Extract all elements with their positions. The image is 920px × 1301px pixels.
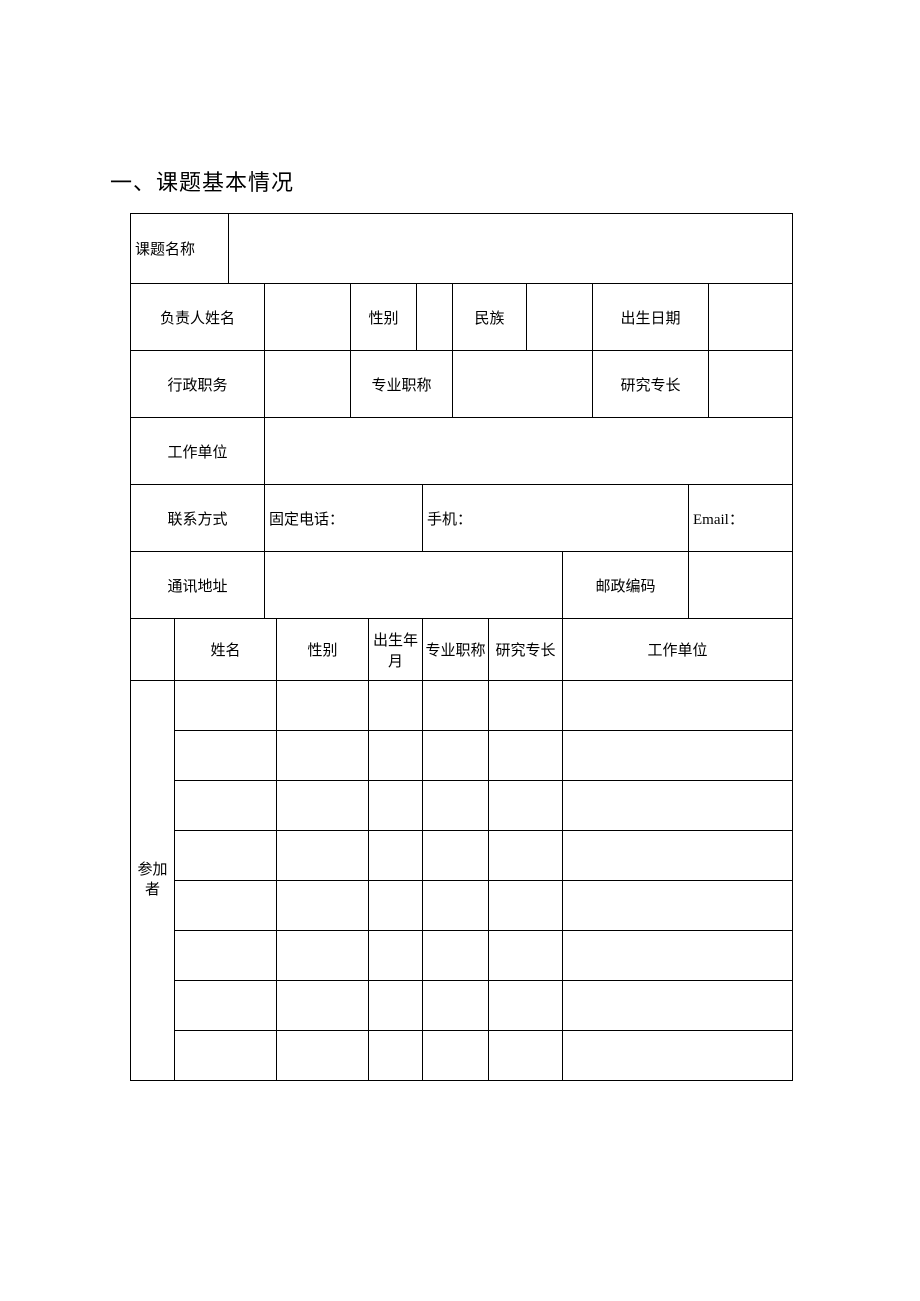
p-title[interactable]: [423, 931, 489, 981]
section-heading: 一、课题基本情况: [110, 165, 810, 197]
value-birth-date[interactable]: [709, 284, 793, 351]
p-gender[interactable]: [277, 881, 369, 931]
form-table: 课题名称 负责人姓名 性别 民族 出生日期 行政职务 专业职称 研究专长 工作单…: [130, 213, 793, 1081]
p-title[interactable]: [423, 681, 489, 731]
label-gender: 性别: [351, 284, 417, 351]
p-unit[interactable]: [563, 731, 793, 781]
label-project-name: 课题名称: [131, 214, 229, 284]
p-unit[interactable]: [563, 1031, 793, 1081]
col-name: 姓名: [175, 619, 277, 681]
p-title[interactable]: [423, 981, 489, 1031]
p-birth[interactable]: [369, 1031, 423, 1081]
p-name[interactable]: [175, 931, 277, 981]
label-research-spec: 研究专长: [593, 351, 709, 418]
p-name[interactable]: [175, 981, 277, 1031]
label-mobile[interactable]: 手机：: [423, 485, 689, 552]
p-gender[interactable]: [277, 731, 369, 781]
p-spec[interactable]: [489, 881, 563, 931]
p-unit[interactable]: [563, 781, 793, 831]
value-leader-name[interactable]: [265, 284, 351, 351]
p-unit[interactable]: [563, 881, 793, 931]
label-leader-name: 负责人姓名: [131, 284, 265, 351]
label-postcode: 邮政编码: [563, 552, 689, 619]
value-work-unit[interactable]: [265, 418, 793, 485]
p-spec[interactable]: [489, 831, 563, 881]
label-work-unit: 工作单位: [131, 418, 265, 485]
p-name[interactable]: [175, 1031, 277, 1081]
p-title[interactable]: [423, 881, 489, 931]
value-project-name[interactable]: [229, 214, 793, 284]
p-name[interactable]: [175, 831, 277, 881]
p-title[interactable]: [423, 781, 489, 831]
col-gender: 性别: [277, 619, 369, 681]
label-admin-post: 行政职务: [131, 351, 265, 418]
p-birth[interactable]: [369, 731, 423, 781]
label-birth-date: 出生日期: [593, 284, 709, 351]
p-name[interactable]: [175, 681, 277, 731]
p-title[interactable]: [423, 1031, 489, 1081]
participants-corner: [131, 619, 175, 681]
p-spec[interactable]: [489, 681, 563, 731]
value-gender[interactable]: [417, 284, 453, 351]
p-name[interactable]: [175, 781, 277, 831]
p-spec[interactable]: [489, 931, 563, 981]
value-address[interactable]: [265, 552, 563, 619]
p-gender[interactable]: [277, 831, 369, 881]
p-unit[interactable]: [563, 931, 793, 981]
p-birth[interactable]: [369, 981, 423, 1031]
value-admin-post[interactable]: [265, 351, 351, 418]
p-birth[interactable]: [369, 831, 423, 881]
p-name[interactable]: [175, 881, 277, 931]
p-birth[interactable]: [369, 931, 423, 981]
p-gender[interactable]: [277, 1031, 369, 1081]
value-prof-title[interactable]: [453, 351, 593, 418]
p-spec[interactable]: [489, 731, 563, 781]
label-address: 通讯地址: [131, 552, 265, 619]
p-title[interactable]: [423, 831, 489, 881]
p-title[interactable]: [423, 731, 489, 781]
p-gender[interactable]: [277, 931, 369, 981]
label-prof-title: 专业职称: [351, 351, 453, 418]
col-birth: 出生年月: [369, 619, 423, 681]
value-postcode[interactable]: [689, 552, 793, 619]
p-birth[interactable]: [369, 681, 423, 731]
p-gender[interactable]: [277, 981, 369, 1031]
p-gender[interactable]: [277, 781, 369, 831]
p-unit[interactable]: [563, 981, 793, 1031]
value-ethnicity[interactable]: [527, 284, 593, 351]
p-name[interactable]: [175, 731, 277, 781]
label-contact: 联系方式: [131, 485, 265, 552]
col-spec: 研究专长: [489, 619, 563, 681]
p-gender[interactable]: [277, 681, 369, 731]
p-spec[interactable]: [489, 1031, 563, 1081]
p-birth[interactable]: [369, 781, 423, 831]
label-landline[interactable]: 固定电话：: [265, 485, 423, 552]
p-spec[interactable]: [489, 981, 563, 1031]
col-unit: 工作单位: [563, 619, 793, 681]
p-unit[interactable]: [563, 681, 793, 731]
label-participants: 参加者: [131, 681, 175, 1081]
label-email[interactable]: Email：: [689, 485, 793, 552]
col-title: 专业职称: [423, 619, 489, 681]
label-ethnicity: 民族: [453, 284, 527, 351]
p-birth[interactable]: [369, 881, 423, 931]
value-research-spec[interactable]: [709, 351, 793, 418]
p-unit[interactable]: [563, 831, 793, 881]
p-spec[interactable]: [489, 781, 563, 831]
